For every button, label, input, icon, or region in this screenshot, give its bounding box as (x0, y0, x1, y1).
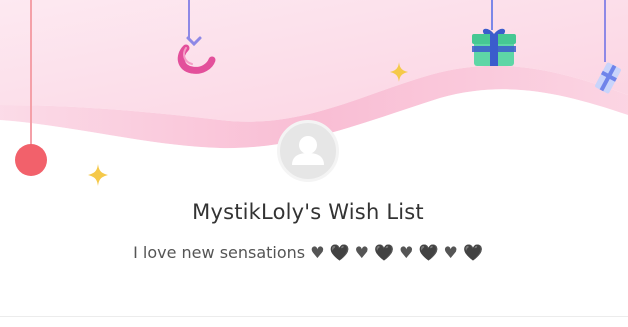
small-gift-icon (595, 62, 621, 94)
section-divider (0, 316, 628, 317)
avatar[interactable] (277, 120, 339, 182)
ribbon-icon (177, 36, 216, 74)
red-ornament-icon (15, 144, 47, 176)
sparkle-icon (88, 164, 108, 186)
small-gift-string (604, 0, 606, 62)
page-title: MystikLoly's Wish List (192, 200, 424, 224)
gift-box-icon (472, 28, 516, 66)
ribbon-string (188, 0, 190, 38)
sparkle-icon (390, 62, 408, 82)
profile-bio: I love new sensations ♥ 🖤 ♥ 🖤 ♥ 🖤 ♥ 🖤 (133, 243, 483, 262)
ornament-string (30, 0, 32, 148)
user-placeholder-icon (292, 136, 324, 165)
banner-wave-back (0, 0, 628, 122)
